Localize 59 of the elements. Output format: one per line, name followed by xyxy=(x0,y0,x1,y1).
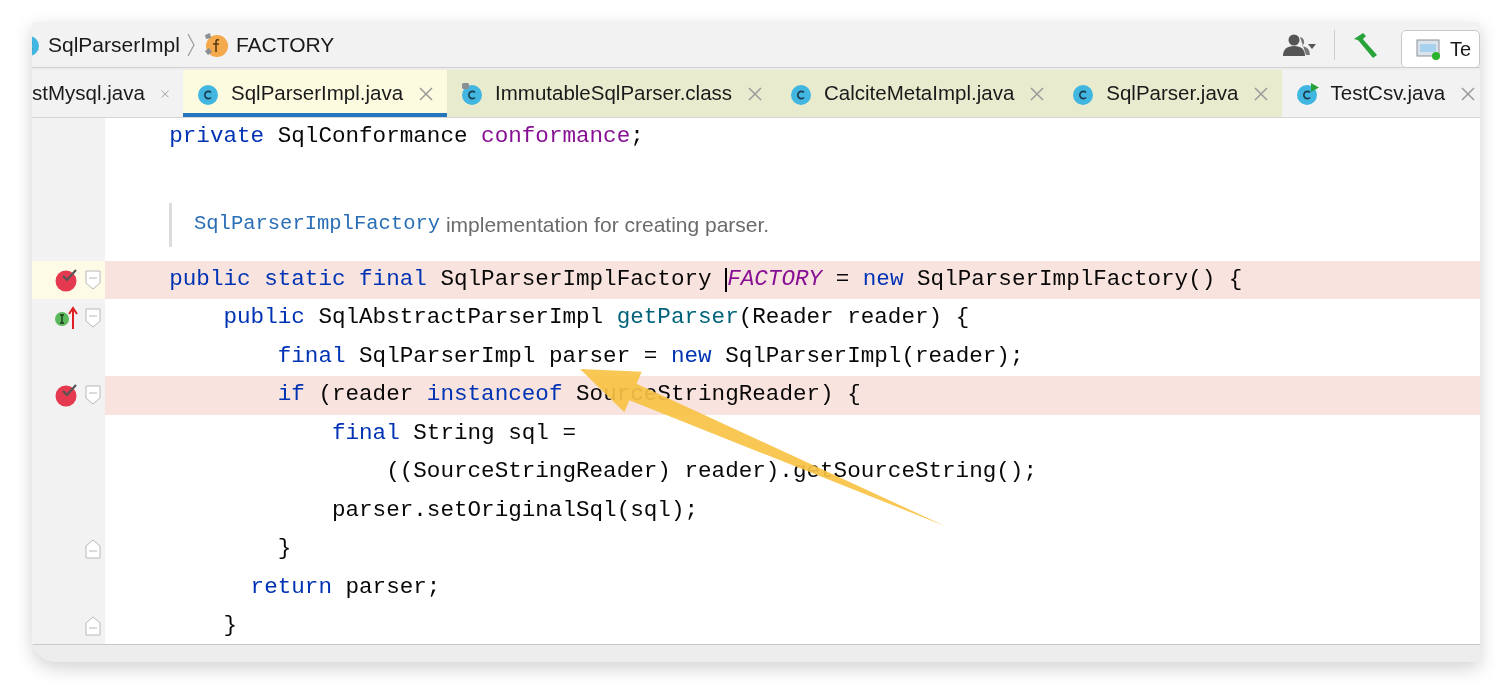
code-token: SqlParserImplFactory() { xyxy=(916,264,1243,294)
editor-tab[interactable]: ImmutableSqlParser.class xyxy=(447,70,777,117)
tab-label: stMysql.java xyxy=(32,80,145,107)
tab-label: SqlParser.java xyxy=(1106,80,1239,107)
code-token: final xyxy=(330,418,400,448)
tab-label: CalciteMetaImpl.java xyxy=(824,80,1015,107)
breadcrumb-item[interactable]: SqlParserImpl xyxy=(48,28,180,61)
code-token: final xyxy=(276,341,346,371)
code-token: if xyxy=(276,380,305,410)
close-icon[interactable] xyxy=(1030,86,1045,101)
code-token: public static final xyxy=(168,264,427,294)
fold-marker-icon[interactable] xyxy=(84,308,101,329)
doc-text: implementation for creating parser. xyxy=(444,211,770,238)
code-token: SqlAbstractParserImpl xyxy=(317,303,605,333)
code-token: instanceof xyxy=(426,380,563,410)
breadcrumb-item[interactable]: FACTORY xyxy=(235,28,335,61)
text-cursor xyxy=(725,267,728,292)
code-token: ; xyxy=(630,122,644,152)
run-configuration-selector[interactable]: Te xyxy=(1400,30,1480,68)
chevron-right-icon xyxy=(185,31,196,58)
code-token: } xyxy=(276,534,292,564)
implements-icon[interactable] xyxy=(54,305,80,332)
code-token: conformance xyxy=(481,122,631,152)
code-token: parser.setOriginalSql(sql); xyxy=(330,495,698,525)
code-token: new xyxy=(862,264,904,294)
fold-marker-icon[interactable] xyxy=(84,539,101,560)
close-icon[interactable] xyxy=(419,86,434,101)
code-token: public xyxy=(222,303,305,333)
code-token: parser; xyxy=(344,572,441,602)
editor-tab[interactable]: SqlParser.java xyxy=(1058,70,1283,117)
editor-tab[interactable]: CalciteMetaImpl.java xyxy=(776,70,1059,117)
code-token: String sql = xyxy=(412,418,576,448)
close-icon[interactable] xyxy=(748,86,763,101)
tab-label: ImmutableSqlParser.class xyxy=(495,80,733,107)
close-icon[interactable] xyxy=(1254,86,1269,101)
fold-marker-icon[interactable] xyxy=(84,385,101,406)
fold-marker-icon[interactable] xyxy=(84,269,101,290)
close-icon[interactable] xyxy=(1461,86,1476,101)
editor-tab[interactable]: SqlParserImpl.java xyxy=(183,70,448,117)
fold-marker-icon[interactable] xyxy=(84,616,101,637)
test-config-icon xyxy=(1415,37,1442,61)
code-token: getParser xyxy=(616,303,739,333)
code-token: (reader xyxy=(317,380,415,410)
code-token: SqlParserImpl parser = xyxy=(358,341,659,371)
class-run-icon xyxy=(1296,81,1321,106)
code-token: = xyxy=(834,264,851,294)
tab-label: TestCsv.java xyxy=(1330,80,1446,107)
code-token: } xyxy=(222,611,238,641)
code-token: new xyxy=(670,341,712,371)
code-token: private xyxy=(168,122,265,152)
code-token: FACTORY xyxy=(727,264,823,294)
code-token: SqlParserImplFactory xyxy=(439,264,713,294)
tab-label: SqlParserImpl.java xyxy=(231,80,404,107)
doc-link[interactable]: SqlParserImplFactory xyxy=(194,209,441,240)
code-token: return xyxy=(249,572,332,602)
code-token: (Reader reader) { xyxy=(738,303,970,333)
code-token: SqlConformance xyxy=(276,122,469,152)
breakpoint-icon[interactable] xyxy=(54,382,80,409)
code-token: SqlParserImpl(reader); xyxy=(724,341,1024,371)
